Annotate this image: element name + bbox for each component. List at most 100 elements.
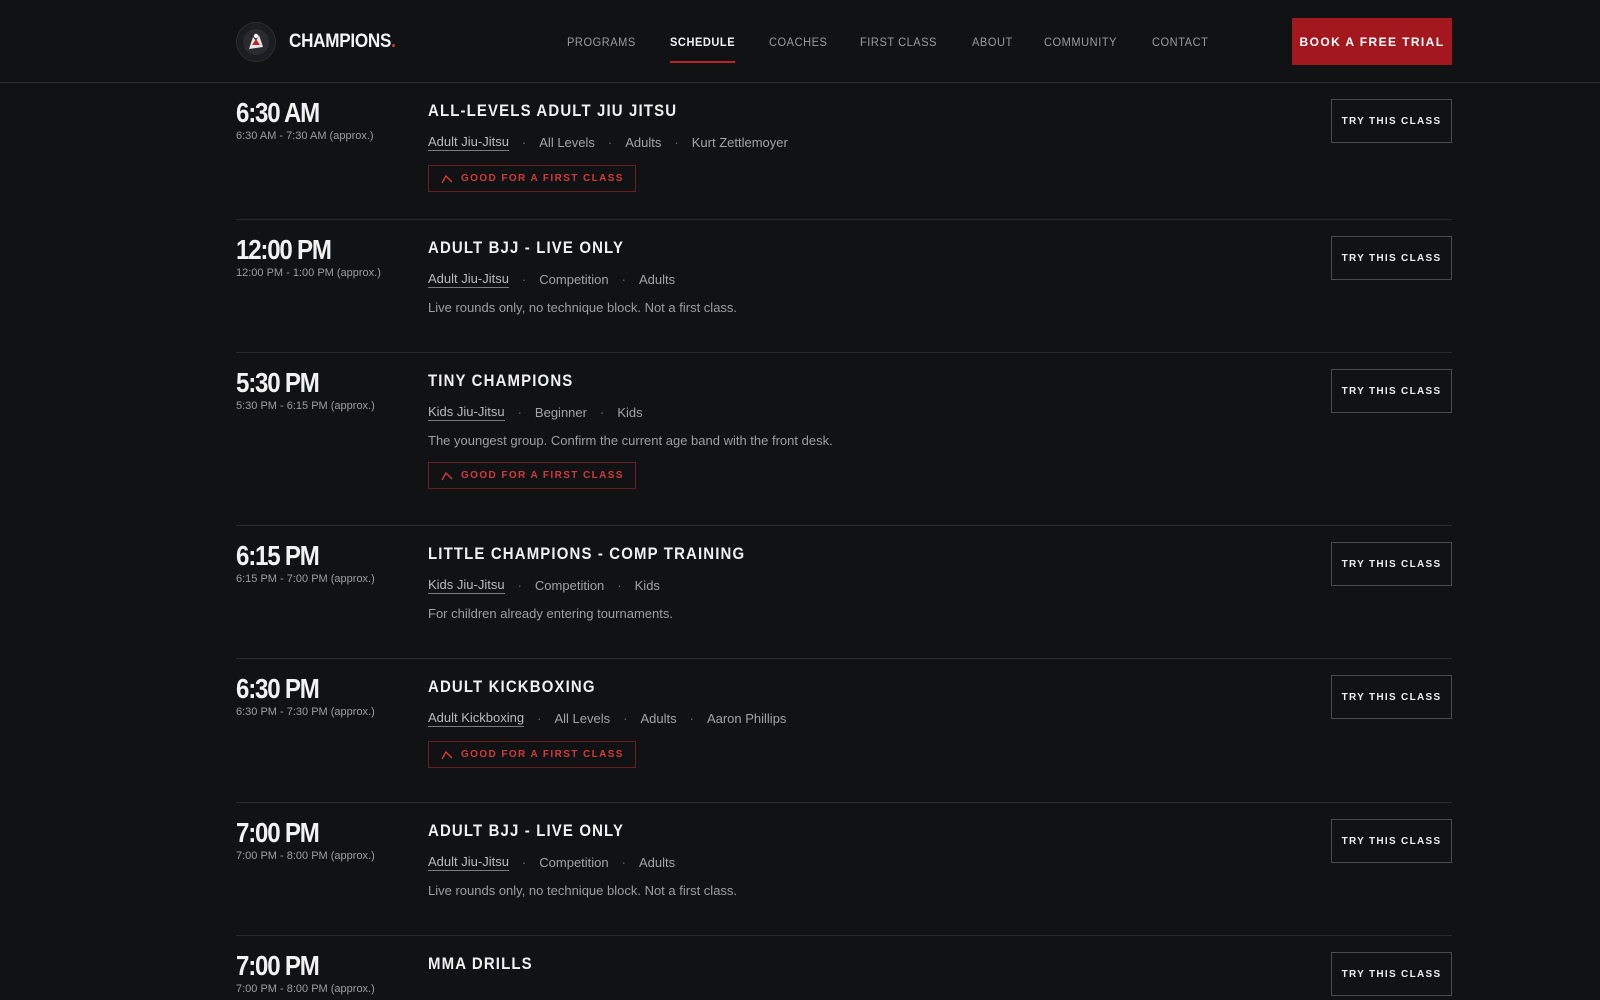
- nav-first-class[interactable]: FIRST CLASS: [860, 0, 937, 83]
- try-this-class-button[interactable]: TRY THIS CLASS: [1331, 819, 1452, 863]
- meta-separator: ·: [674, 135, 679, 150]
- class-start-time: 6:30 AM: [236, 97, 320, 128]
- class-title: LITTLE CHAMPIONS - COMP TRAINING: [428, 544, 746, 563]
- meta-separator: ·: [607, 135, 613, 150]
- class-row: 6:30 AM 6:30 AM - 7:30 AM (approx.) ALL-…: [236, 83, 1452, 220]
- meta-tag: Aaron Phillips: [706, 711, 787, 726]
- meta-tag: All Levels: [539, 135, 595, 150]
- class-start-time: 7:00 PM: [236, 950, 320, 981]
- try-this-class-button[interactable]: TRY THIS CLASS: [1331, 675, 1452, 719]
- class-description: For children already entering tournament…: [428, 606, 673, 621]
- meta-tag: Kids: [617, 405, 643, 420]
- class-time-range: 6:30 AM - 7:30 AM (approx.): [236, 130, 374, 142]
- meta-separator: ·: [623, 711, 628, 726]
- class-meta: Kids Jiu-Jitsu · Competition · Kids: [428, 577, 660, 594]
- badge-label: GOOD FOR A FIRST CLASS: [461, 173, 624, 184]
- nav-about[interactable]: ABOUT: [972, 0, 1013, 83]
- meta-separator: ·: [537, 711, 542, 726]
- class-meta: Adult Jiu-Jitsu · Competition · Adults: [428, 271, 675, 288]
- class-title: ADULT BJJ - LIVE ONLY: [428, 238, 625, 257]
- class-meta: Kids Jiu-Jitsu · Beginner · Kids: [428, 404, 643, 421]
- class-meta: Adult Kickboxing · All Levels · Adults ·…: [428, 710, 786, 727]
- class-time-range: 5:30 PM - 6:15 PM (approx.): [236, 400, 375, 412]
- class-description: The youngest group. Confirm the current …: [428, 433, 833, 448]
- class-time-range: 6:30 PM - 7:30 PM (approx.): [236, 706, 375, 718]
- class-row: 6:30 PM 6:30 PM - 7:30 PM (approx.) ADUL…: [236, 659, 1452, 803]
- site-header: CHAMPIONS. PROGRAMS SCHEDULE COACHES FIR…: [0, 0, 1600, 83]
- class-meta: Adult Jiu-Jitsu · All Levels · Adults · …: [428, 134, 788, 151]
- try-this-class-button[interactable]: TRY THIS CLASS: [1331, 542, 1452, 586]
- nav-coaches[interactable]: COACHES: [769, 0, 827, 83]
- class-row: 7:00 PM 7:00 PM - 8:00 PM (approx.) ADUL…: [236, 803, 1452, 936]
- trend-up-icon: [441, 750, 453, 760]
- class-time-range: 12:00 PM - 1:00 PM (approx.): [236, 267, 381, 279]
- class-row: 7:00 PM 7:00 PM - 8:00 PM (approx.) MMA …: [236, 936, 1452, 1000]
- class-start-time: 6:30 PM: [236, 673, 320, 704]
- class-title: ADULT BJJ - LIVE ONLY: [428, 821, 625, 840]
- meta-tag: Kurt Zettlemoyer: [691, 135, 788, 150]
- first-class-badge: GOOD FOR A FIRST CLASS: [428, 462, 636, 489]
- class-title: MMA DRILLS: [428, 954, 533, 973]
- meta-separator: ·: [689, 711, 694, 726]
- brand-link[interactable]: CHAMPIONS.: [236, 22, 407, 62]
- class-start-time: 6:15 PM: [236, 540, 320, 571]
- meta-tag: Adults: [638, 855, 676, 870]
- trend-up-icon: [441, 471, 453, 481]
- trend-up-icon: [441, 174, 453, 184]
- class-start-time: 7:00 PM: [236, 817, 320, 848]
- first-class-badge: GOOD FOR A FIRST CLASS: [428, 741, 636, 768]
- class-description: Live rounds only, no technique block. No…: [428, 883, 738, 898]
- first-class-badge: GOOD FOR A FIRST CLASS: [428, 165, 636, 192]
- meta-tag: Adults: [625, 135, 662, 150]
- nav-programs[interactable]: PROGRAMS: [567, 0, 636, 83]
- main-nav: PROGRAMS SCHEDULE COACHES FIRST CLASS AB…: [567, 0, 1241, 83]
- brand-name: CHAMPIONS.: [289, 31, 396, 52]
- meta-tag: Adults: [640, 711, 677, 726]
- badge-label: GOOD FOR A FIRST CLASS: [461, 470, 624, 481]
- class-title: ADULT KICKBOXING: [428, 677, 596, 696]
- class-time-range: 7:00 PM - 8:00 PM (approx.): [236, 983, 375, 995]
- meta-tag: All Levels: [554, 711, 611, 726]
- class-row: 12:00 PM 12:00 PM - 1:00 PM (approx.) AD…: [236, 220, 1452, 353]
- try-this-class-button[interactable]: TRY THIS CLASS: [1331, 952, 1452, 996]
- class-meta: Adult Jiu-Jitsu · Competition · Adults: [428, 854, 675, 871]
- try-this-class-button[interactable]: TRY THIS CLASS: [1331, 369, 1452, 413]
- book-free-trial-button[interactable]: BOOK A FREE TRIAL: [1292, 18, 1452, 65]
- class-description: Live rounds only, no technique block. No…: [428, 300, 738, 315]
- meta-separator: ·: [517, 405, 522, 420]
- nav-schedule[interactable]: SCHEDULE: [669, 0, 735, 83]
- meta-tag: Competition: [539, 855, 609, 870]
- meta-tag: Kids: [634, 578, 660, 593]
- try-this-class-button[interactable]: TRY THIS CLASS: [1331, 236, 1452, 280]
- nav-community[interactable]: COMMUNITY: [1044, 0, 1117, 83]
- nav-contact[interactable]: CONTACT: [1152, 0, 1208, 83]
- meta-separator: ·: [621, 272, 626, 287]
- meta-separator: ·: [621, 855, 626, 870]
- class-title: TINY CHAMPIONS: [428, 371, 574, 390]
- program-link[interactable]: Kids Jiu-Jitsu: [428, 577, 505, 594]
- meta-tag: Competition: [534, 578, 605, 593]
- class-time-range: 7:00 PM - 8:00 PM (approx.): [236, 850, 375, 862]
- meta-separator: ·: [517, 578, 522, 593]
- program-link[interactable]: Adult Jiu-Jitsu: [428, 134, 509, 151]
- meta-separator: ·: [521, 135, 527, 150]
- meta-separator: ·: [599, 405, 605, 420]
- program-link[interactable]: Kids Jiu-Jitsu: [428, 404, 505, 421]
- try-this-class-button[interactable]: TRY THIS CLASS: [1331, 99, 1452, 143]
- class-time-range: 6:15 PM - 7:00 PM (approx.): [236, 573, 375, 585]
- meta-separator: ·: [521, 855, 527, 870]
- class-title: ALL-LEVELS ADULT JIU JITSU: [428, 101, 678, 120]
- logo-icon: [236, 22, 276, 62]
- class-row: 6:15 PM 6:15 PM - 7:00 PM (approx.) LITT…: [236, 526, 1452, 659]
- meta-tag: Beginner: [534, 405, 587, 420]
- class-start-time: 5:30 PM: [236, 367, 320, 398]
- class-start-time: 12:00 PM: [236, 234, 332, 265]
- program-link[interactable]: Adult Kickboxing: [428, 710, 525, 727]
- class-row: 5:30 PM 5:30 PM - 6:15 PM (approx.) TINY…: [236, 353, 1452, 526]
- program-link[interactable]: Adult Jiu-Jitsu: [428, 854, 509, 871]
- meta-tag: Adults: [638, 272, 676, 287]
- meta-tag: Competition: [539, 272, 609, 287]
- meta-separator: ·: [521, 272, 527, 287]
- program-link[interactable]: Adult Jiu-Jitsu: [428, 271, 509, 288]
- badge-label: GOOD FOR A FIRST CLASS: [461, 749, 624, 760]
